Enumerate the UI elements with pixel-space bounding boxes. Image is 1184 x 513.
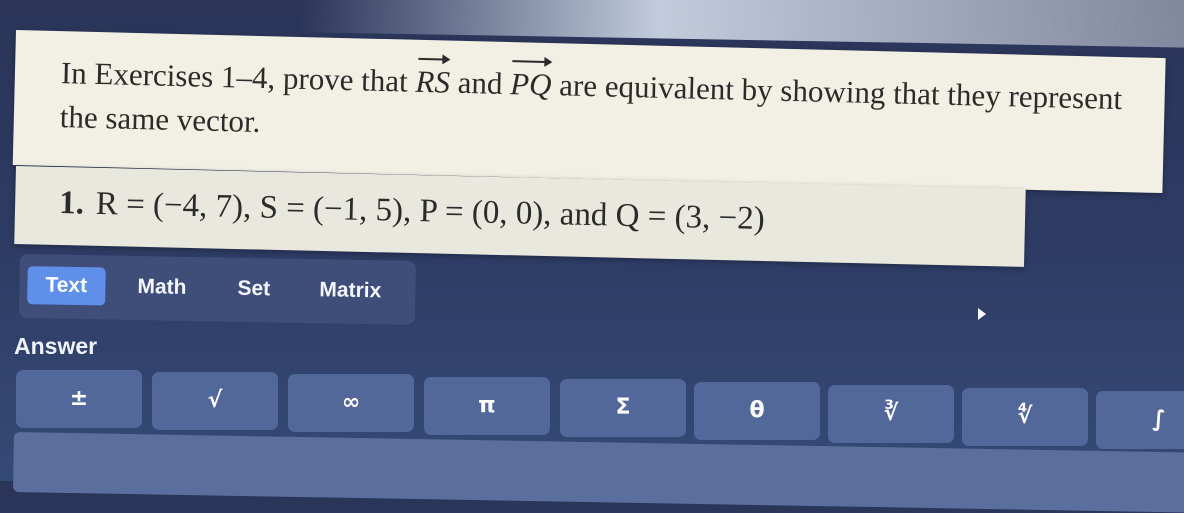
tab-matrix[interactable]: Matrix: [301, 271, 400, 311]
instruction-part-1: In Exercises 1–4, prove that: [60, 55, 416, 99]
mouse-cursor-icon: [978, 308, 986, 320]
exercise-points: R = (−4, 7), S = (−1, 5), P = (0, 0), an…: [95, 185, 766, 237]
fourth-root-button[interactable]: ∜: [962, 388, 1088, 446]
square-root-button[interactable]: √: [152, 372, 278, 430]
theta-button[interactable]: θ: [694, 382, 820, 440]
sigma-button[interactable]: Σ: [560, 379, 686, 437]
cube-root-button[interactable]: ∛: [828, 385, 954, 443]
exercise-number: 1.: [58, 184, 85, 222]
exercise-text: 1. R = (−4, 7), S = (−1, 5), P = (0, 0), …: [59, 185, 765, 238]
instruction-panel: In Exercises 1–4, prove that RS and PQ a…: [12, 30, 1166, 194]
instruction-part-2: and: [449, 64, 511, 102]
instruction-text: In Exercises 1–4, prove that RS and PQ a…: [59, 51, 1151, 166]
tab-text[interactable]: Text: [27, 266, 106, 306]
vector-pq: PQ: [510, 62, 552, 107]
tab-set[interactable]: Set: [219, 269, 288, 308]
input-mode-tabs: Text Math Set Matrix: [18, 254, 416, 325]
vector-rs: RS: [415, 60, 451, 105]
infinity-button[interactable]: ∞: [288, 374, 414, 432]
integral-button[interactable]: ∫: [1096, 391, 1184, 449]
tab-math[interactable]: Math: [119, 268, 205, 307]
pi-button[interactable]: π: [424, 377, 550, 435]
answer-label: Answer: [14, 333, 98, 359]
math-symbol-toolbar: ± √ ∞ π Σ θ ∛ ∜ ∫: [0, 370, 1184, 449]
plus-minus-button[interactable]: ±: [16, 370, 142, 428]
